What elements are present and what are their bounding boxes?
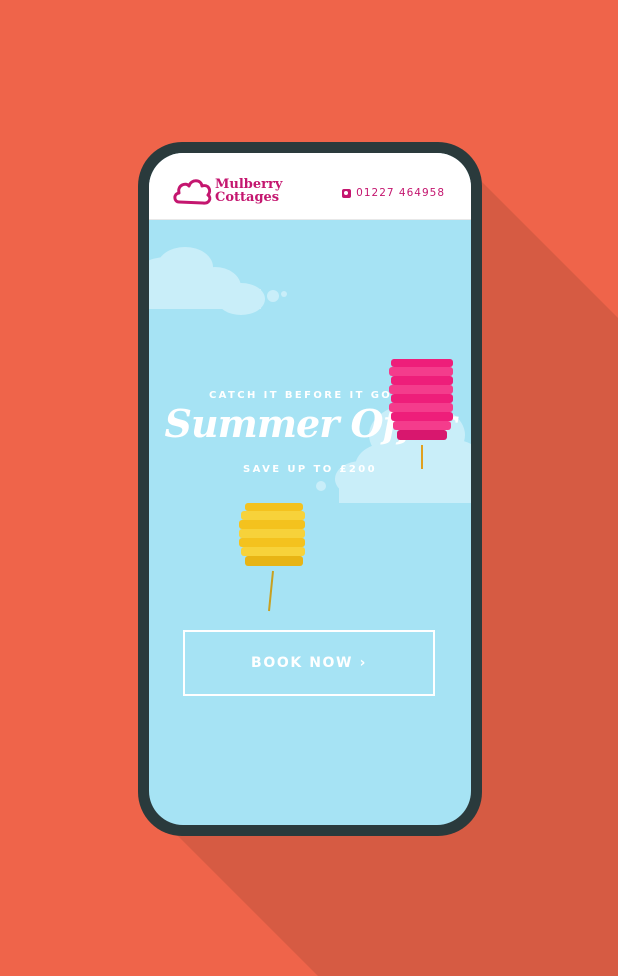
phone-frame: Mulberry Cottages 01227 464958 CATCH IT … xyxy=(138,142,482,836)
phone-contact[interactable]: 01227 464958 xyxy=(342,186,445,200)
brand-logo[interactable]: Mulberry Cottages xyxy=(173,175,313,211)
book-now-label: BOOK NOW › xyxy=(251,655,367,671)
phone-screen: Mulberry Cottages 01227 464958 CATCH IT … xyxy=(149,153,471,825)
phone-number: 01227 464958 xyxy=(356,187,445,199)
yellow-lantern-image xyxy=(239,503,305,612)
brand-name-line2: Cottages xyxy=(215,190,280,205)
page-background: Mulberry Cottages 01227 464958 CATCH IT … xyxy=(0,0,618,976)
book-now-button[interactable]: BOOK NOW › xyxy=(183,630,435,696)
hero-banner: CATCH IT BEFORE IT GOES Summer Offer SAV… xyxy=(149,219,471,825)
pink-lantern-image xyxy=(389,359,453,469)
brand-name: Mulberry Cottages xyxy=(215,178,282,204)
phone-icon xyxy=(342,188,352,198)
site-header: Mulberry Cottages 01227 464958 xyxy=(149,153,471,220)
cloud-logo-icon xyxy=(173,179,212,205)
